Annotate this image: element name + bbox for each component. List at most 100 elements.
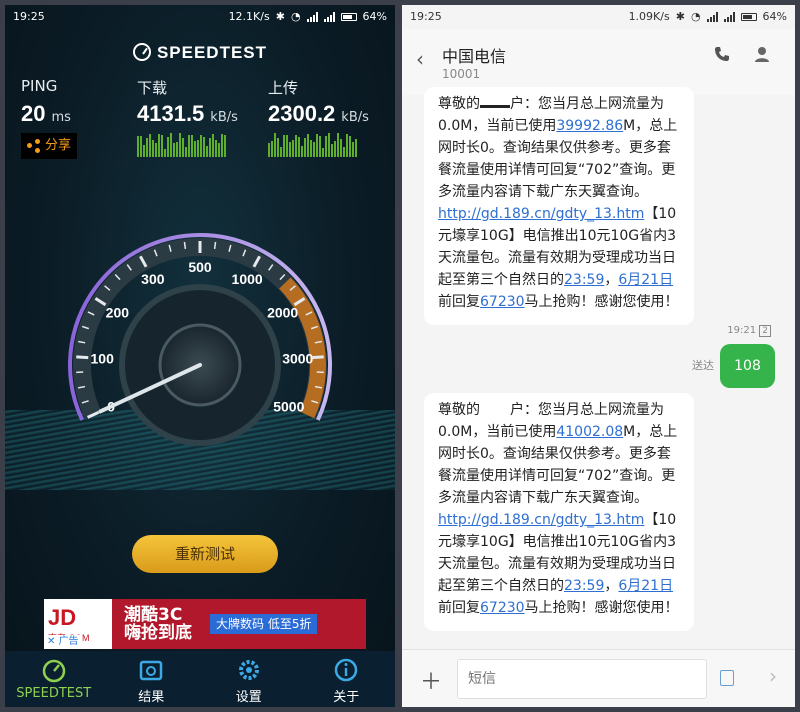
sparkline-bar xyxy=(298,136,300,157)
gauge-tick-mark xyxy=(311,355,324,360)
sparkline-bar xyxy=(277,138,279,157)
retest-button[interactable]: 重新测试 xyxy=(132,535,278,573)
sparkline-bar xyxy=(304,137,306,157)
message-bubble: 尊敬的 户：您当月总上网流量为0.0M，当前已使用41002.08M，总上网时长0… xyxy=(424,393,694,631)
download-value: 4131.5 kB/s xyxy=(137,101,238,126)
tab-about[interactable]: 关于 xyxy=(298,651,396,707)
sparkline-bar xyxy=(149,133,151,157)
sparkline-bar xyxy=(295,135,297,157)
ad-tag[interactable]: ✕ 广告 xyxy=(44,635,82,649)
contact-number: 10001 xyxy=(442,67,481,81)
time-link[interactable]: 23:59 xyxy=(564,272,604,288)
sparkline-bar xyxy=(167,136,169,157)
time-link[interactable]: 23:59 xyxy=(564,578,604,594)
sparkline-bar xyxy=(173,142,175,157)
speed-gauge: 01002003005001000200030005000 xyxy=(68,233,332,446)
upload-label: 上传 xyxy=(268,79,299,97)
sparkline-bar xyxy=(349,135,351,157)
alarm-icon: ◔ xyxy=(290,10,301,23)
sparkline-bar xyxy=(313,142,315,157)
sparkline-bar xyxy=(179,133,181,157)
gauge-tick-label: 300 xyxy=(141,271,165,287)
status-speed: 1.09K/s xyxy=(628,10,670,23)
sparkline-bar xyxy=(346,134,348,157)
sparkline-bar xyxy=(215,140,217,157)
battery-icon xyxy=(340,13,357,21)
sparkline-bar xyxy=(280,147,282,157)
sparkline-bar xyxy=(310,140,312,157)
code-link[interactable]: 67230 xyxy=(480,294,525,310)
ping-value: 20 ms xyxy=(21,101,71,126)
sparkline-bar xyxy=(137,135,139,157)
share-button[interactable]: 分享 xyxy=(21,133,78,159)
sparkline-bar xyxy=(194,141,196,157)
battery-icon xyxy=(740,13,757,21)
sparkline-bar xyxy=(331,143,333,157)
signal-icon-2 xyxy=(323,12,335,22)
sparkline-bar xyxy=(334,140,336,157)
sparkline-bar xyxy=(176,141,178,157)
conversation-header: ‹ 中国电信 10001 xyxy=(402,29,795,95)
sparkline-bar xyxy=(316,133,318,157)
app-title: SPEEDTEST xyxy=(5,43,395,63)
sparkline-bar xyxy=(319,135,321,157)
alarm-icon: ◔ xyxy=(690,10,701,23)
ad-slogan: 潮酷3C 嗨抢到底 xyxy=(124,605,192,643)
sparkline-bar xyxy=(164,148,166,157)
gauge-tick-label: 500 xyxy=(188,259,212,275)
code-link[interactable]: 67230 xyxy=(480,600,525,616)
gauge-tick-label: 1000 xyxy=(232,271,263,287)
ad-brand: 大牌数码 低至5折 xyxy=(210,614,318,634)
sparkline-bar xyxy=(146,138,148,157)
sparkline-bar xyxy=(155,143,157,157)
sparkline-bar xyxy=(322,148,324,157)
share-icon xyxy=(27,139,41,153)
battery-level: 64% xyxy=(762,10,787,23)
back-arrow-icon[interactable]: ‹ xyxy=(416,47,424,71)
sparkline-bar xyxy=(292,139,294,157)
signal-icon xyxy=(306,12,318,22)
sparkline-bar xyxy=(212,133,214,157)
tab-speedtest[interactable]: SPEEDTEST xyxy=(5,651,103,707)
message-time: 19:21 2 xyxy=(727,325,771,337)
sparkline-bar xyxy=(352,142,354,157)
phone-icon[interactable] xyxy=(713,45,731,63)
send-icon[interactable]: › xyxy=(769,664,777,688)
compose-bar: ＋ › xyxy=(402,649,795,707)
sparkline-bar xyxy=(218,142,220,157)
speedtest-logo-icon xyxy=(132,43,151,61)
bluetooth-icon: ✱ xyxy=(675,10,685,23)
ad-banner[interactable]: JD 京东.COM 潮酷3C 嗨抢到底 大牌数码 低至5折 ✕ 广告 xyxy=(44,599,366,649)
bottom-tab-bar: SPEEDTEST 结果 设置 关于 xyxy=(5,651,395,707)
status-speed: 12.1K/s xyxy=(228,10,270,23)
contact-name: 中国电信 xyxy=(442,47,507,66)
sparkline-bar xyxy=(182,137,184,157)
tab-results[interactable]: 结果 xyxy=(103,651,201,707)
template-icon[interactable] xyxy=(720,670,734,686)
plus-icon[interactable]: ＋ xyxy=(420,664,442,696)
usage-link[interactable]: 39992.86 xyxy=(556,118,623,134)
sparkline-bar xyxy=(209,137,211,157)
status-time: 19:25 xyxy=(410,10,442,23)
upload-value: 2300.2 kB/s xyxy=(268,101,369,126)
sparkline-bar xyxy=(188,135,190,157)
sparkline-bar xyxy=(206,145,208,157)
sparkline-bar xyxy=(170,133,172,157)
url-link[interactable]: http://gd.189.cn/gdty_13.htm xyxy=(438,206,644,222)
download-sparkline xyxy=(137,133,226,157)
date-link[interactable]: 6月21日 xyxy=(618,578,673,594)
tab-settings[interactable]: 设置 xyxy=(200,651,298,707)
contact-icon[interactable] xyxy=(753,45,771,63)
sparkline-bar xyxy=(224,135,226,157)
sparkline-bar xyxy=(286,135,288,157)
sent-message-bubble: 108 xyxy=(720,344,775,388)
date-link[interactable]: 6月21日 xyxy=(618,272,673,288)
usage-link[interactable]: 41002.08 xyxy=(556,424,623,440)
sparkline-bar xyxy=(307,133,309,157)
info-icon xyxy=(335,658,358,682)
message-input[interactable] xyxy=(457,659,707,699)
speedometer-icon xyxy=(42,659,65,683)
delivered-label: 送达 xyxy=(692,359,714,372)
download-label: 下载 xyxy=(137,79,168,97)
url-link[interactable]: http://gd.189.cn/gdty_13.htm xyxy=(438,512,644,528)
